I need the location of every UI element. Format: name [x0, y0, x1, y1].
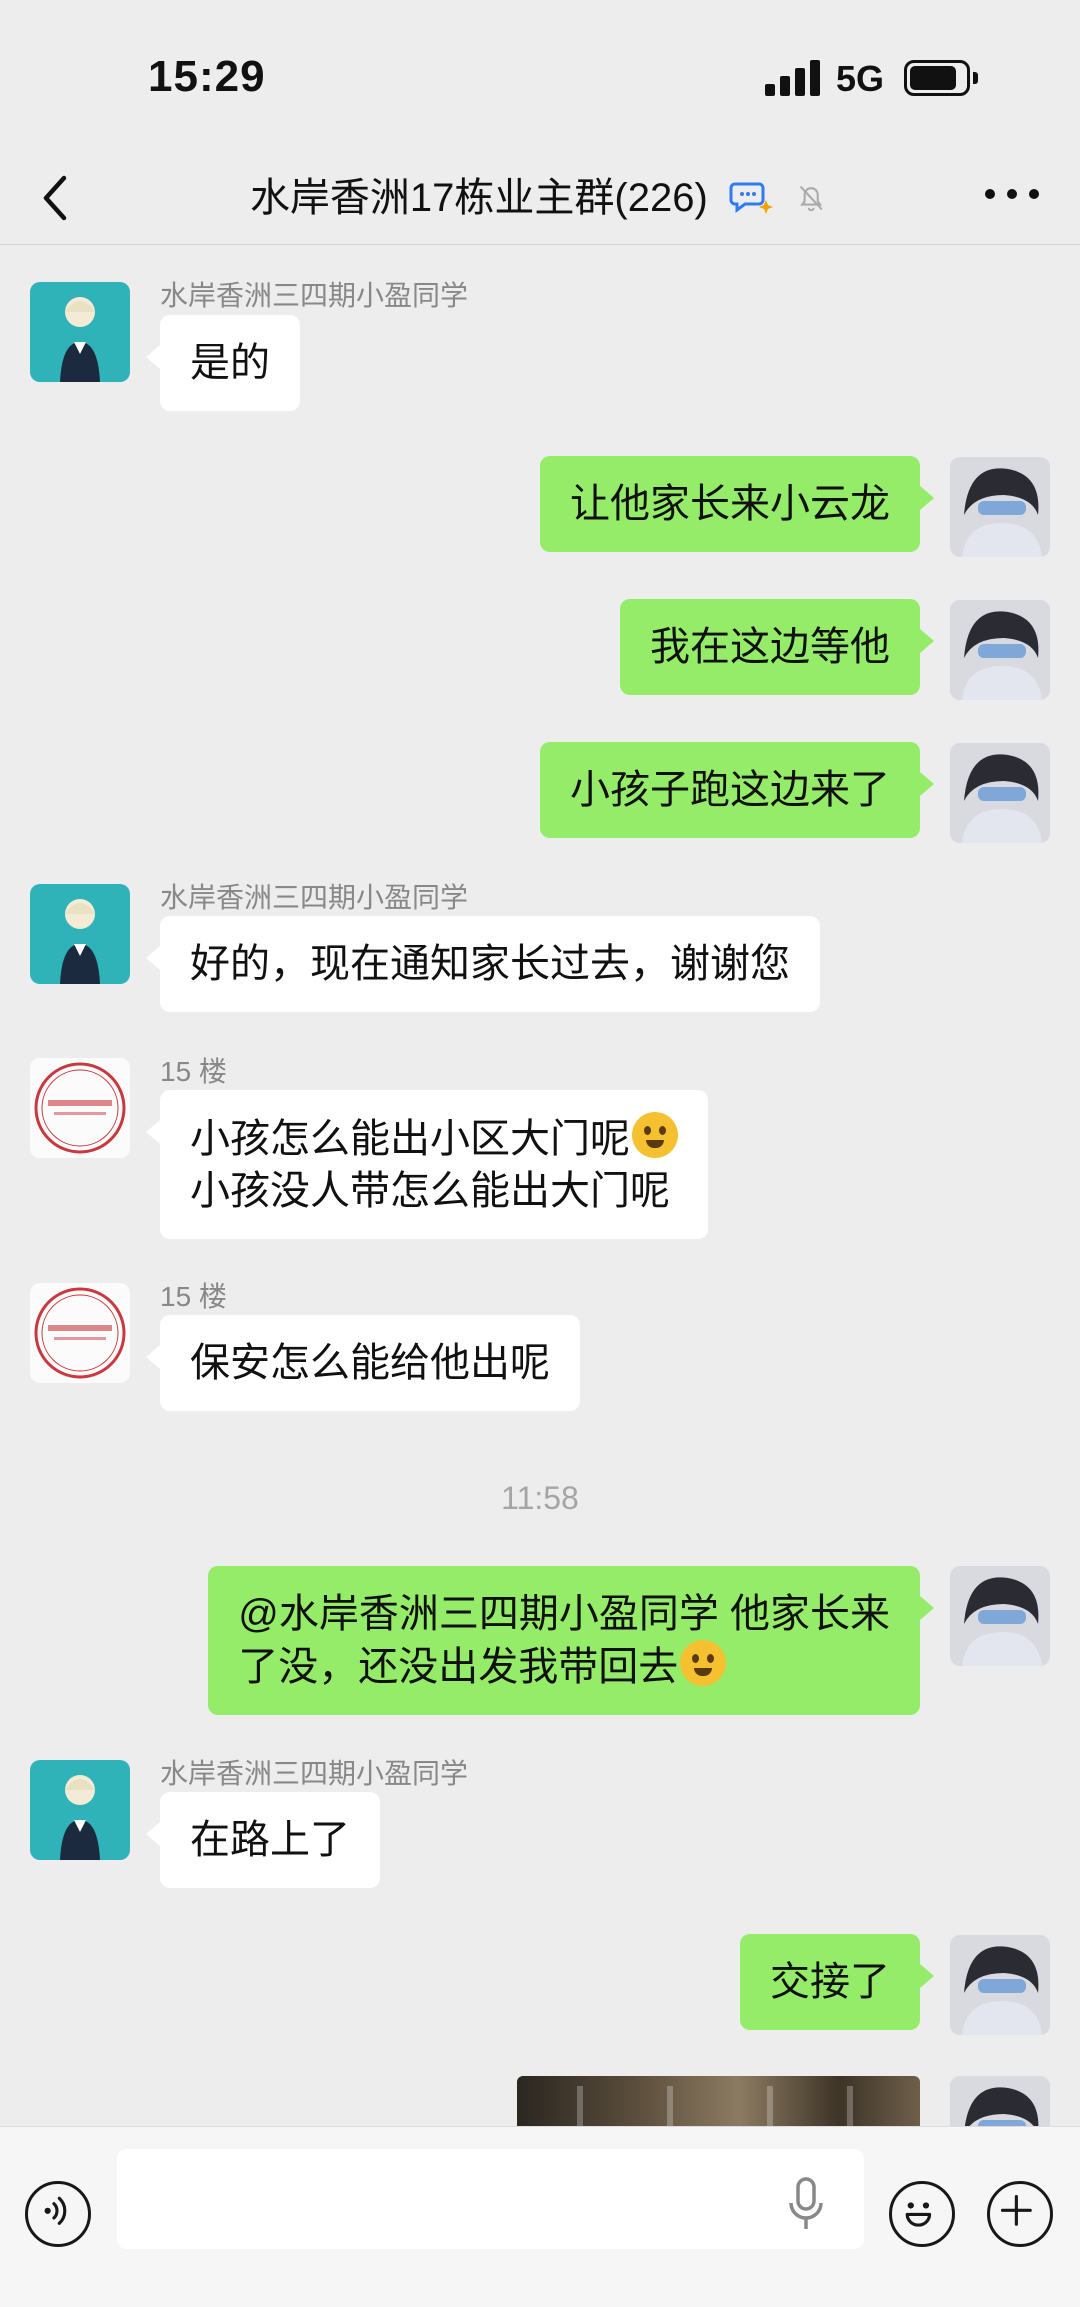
emoji-button[interactable]	[889, 2181, 955, 2247]
avatar[interactable]	[30, 282, 130, 382]
message-line: 小孩没人带怎么能出大门呢	[190, 1169, 670, 1213]
status-bar: 15:29 5G	[0, 0, 1080, 150]
avatar[interactable]	[950, 743, 1050, 843]
laugh-cry-emoji-icon	[680, 1640, 727, 1686]
plus-icon	[1000, 2194, 1032, 2226]
message-line-text: 了没，还没出发我带回去	[238, 1645, 679, 1689]
status-time: 15:29	[148, 52, 266, 101]
more-dots-icon[interactable]	[985, 184, 1039, 204]
add-button[interactable]	[987, 2181, 1053, 2247]
message-bubble[interactable]: 小孩子跑这边来了	[540, 742, 934, 838]
avatar[interactable]	[30, 884, 130, 984]
sad-emoji-icon	[632, 1112, 678, 1158]
message-bubble[interactable]: 在路上了	[146, 1792, 380, 1888]
sender-name: 15 楼	[160, 1056, 227, 1087]
sender-name: 水岸香洲三四期小盈同学	[160, 882, 469, 913]
signal-icon	[765, 60, 821, 96]
chat-ai-icon[interactable]	[729, 178, 773, 218]
avatar[interactable]	[950, 457, 1050, 557]
avatar[interactable]	[30, 1283, 130, 1383]
message-bubble[interactable]: 好的，现在通知家长过去，谢谢您	[146, 916, 820, 1012]
chat-area[interactable]: 水岸香洲三四期小盈同学 是的 让他家长来小云龙 我在这边等他 小孩子跑这边来了 …	[0, 246, 1080, 2126]
mic-icon[interactable]	[786, 2175, 826, 2235]
battery-icon	[904, 60, 978, 96]
sender-name: 水岸香洲三四期小盈同学	[160, 280, 469, 311]
bell-off-icon	[799, 186, 823, 212]
nav-title-wrap: 水岸香洲17栋业主群(226)	[0, 168, 1080, 226]
message-bubble[interactable]: 让他家长来小云龙	[540, 456, 934, 552]
network-label: 5G	[836, 58, 885, 99]
timestamp: 11:58	[501, 1480, 579, 1516]
smiley-icon	[905, 2202, 932, 2227]
message-bubble[interactable]: 交接了	[740, 1934, 934, 2030]
avatar[interactable]	[30, 1760, 130, 1860]
sender-name: 15 楼	[160, 1281, 227, 1312]
chat-title[interactable]: 水岸香洲17栋业主群(226)	[250, 170, 708, 226]
avatar[interactable]	[950, 600, 1050, 700]
message-bubble[interactable]: 小孩怎么能出小区大门呢 小孩没人带怎么能出大门呢	[146, 1090, 708, 1239]
avatar[interactable]	[30, 1058, 130, 1158]
avatar[interactable]	[950, 2076, 1050, 2126]
input-bar	[0, 2126, 1080, 2307]
message-bubble[interactable]: 我在这边等他	[620, 599, 934, 695]
message-line: 小孩怎么能出小区大门呢	[190, 1112, 678, 1165]
message-input[interactable]	[117, 2149, 864, 2249]
message-bubble[interactable]: @水岸香洲三四期小盈同学 他家长来 了没，还没出发我带回去	[208, 1566, 934, 1715]
nav-bar: 水岸香洲17栋业主群(226)	[0, 150, 1080, 245]
sender-name: 水岸香洲三四期小盈同学	[160, 1758, 469, 1789]
image-message[interactable]	[517, 2076, 920, 2126]
message-line: @水岸香洲三四期小盈同学 他家长来	[238, 1592, 890, 1636]
message-bubble[interactable]: 是的	[146, 315, 300, 411]
avatar[interactable]	[950, 1935, 1050, 2035]
message-bubble[interactable]: 保安怎么能给他出呢	[146, 1315, 580, 1411]
message-line: 了没，还没出发我带回去	[238, 1640, 890, 1693]
voice-icon	[44, 2196, 67, 2225]
voice-button[interactable]	[25, 2181, 91, 2247]
avatar[interactable]	[950, 1566, 1050, 1666]
message-line-text: 小孩怎么能出小区大门呢	[190, 1117, 630, 1161]
